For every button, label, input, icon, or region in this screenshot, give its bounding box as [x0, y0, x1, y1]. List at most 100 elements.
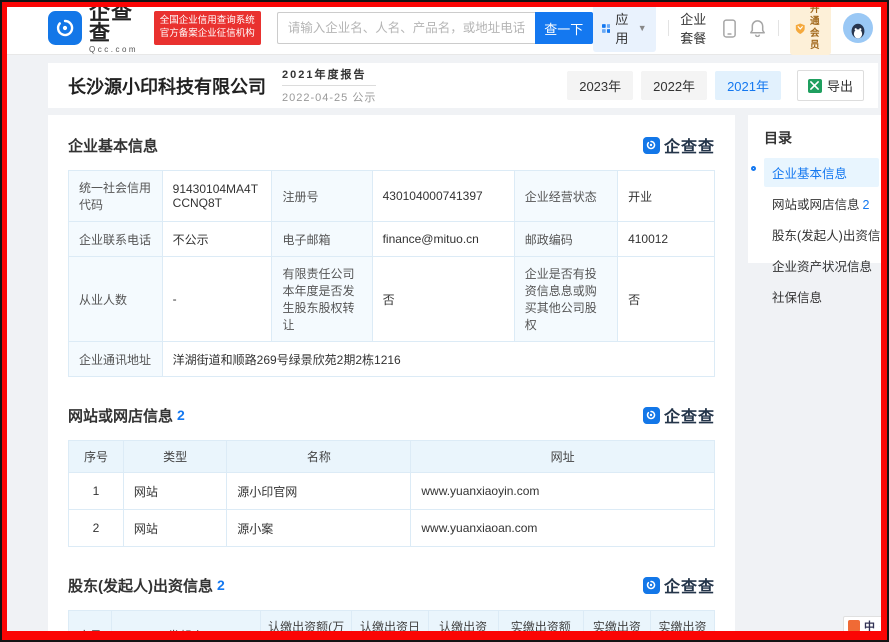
column-header: 类型 [123, 441, 226, 473]
toc-item-股东(发起人)出资信息[interactable]: 股东(发起人)出资信息2 [764, 220, 879, 249]
website-url[interactable]: www.yuanxiaoan.com [411, 510, 715, 547]
field-label: 企业通讯地址 [69, 342, 163, 377]
table-row: 从业人数-有限责任公司本年度是否发生股东股权转让否企业是否有投资信息息或购买其他… [69, 257, 715, 342]
divider [668, 20, 669, 36]
section-basic-info: 企业基本信息 企查查 统一社会信用代码91430104MA4TCCNQ8T注册号… [68, 133, 715, 377]
year-tab-2022年[interactable]: 2022年 [641, 71, 707, 100]
cell: 源小案 [227, 510, 411, 547]
chevron-down-icon: ▼ [638, 23, 647, 33]
page: 企查查 Qcc.com 全国企业信用查询系统 官方备案企业征信机构 查一下 应用… [0, 0, 889, 642]
field-label: 有限责任公司本年度是否发生股东股权转让 [272, 257, 372, 342]
report-meta: 2021年度报告 2022-04-25 公示 [282, 66, 376, 105]
basic-info-table: 统一社会信用代码91430104MA4TCCNQ8T注册号43010400074… [68, 170, 715, 377]
qcc-logo-icon [643, 407, 660, 424]
notifications-button[interactable] [749, 19, 766, 37]
divider [778, 20, 779, 36]
section-website-count: 2 [177, 407, 185, 423]
ime-logo-icon[interactable] [848, 620, 860, 632]
field-label: 从业人数 [69, 257, 163, 342]
toc-item-label: 社保信息 [772, 291, 822, 305]
search-input[interactable] [277, 12, 535, 44]
field-value: 91430104MA4TCCNQ8T [162, 171, 272, 222]
table-row: 1网站源小印官网www.yuanxiaoyin.com [69, 473, 715, 510]
field-value: - [162, 257, 272, 342]
field-label: 注册号 [272, 171, 372, 222]
section-shareholders-header: 股东(发起人)出资信息 2 企查查 [68, 573, 715, 597]
section-shareholders-count: 2 [217, 577, 225, 593]
field-label: 企业联系电话 [69, 222, 163, 257]
column-header: 实缴出资额(万元) [498, 611, 583, 642]
field-label: 统一社会信用代码 [69, 171, 163, 222]
ime-language-indicator[interactable]: 中 [864, 618, 875, 634]
field-value: 开业 [618, 171, 715, 222]
toc-item-社保信息[interactable]: 社保信息 [764, 282, 879, 311]
website-url[interactable]: www.yuanxiaoyin.com [411, 473, 715, 510]
field-label: 企业是否有投资信息息或购买其他公司股权 [514, 257, 617, 342]
year-tab-2021年[interactable]: 2021年 [715, 71, 781, 100]
field-value: 否 [618, 257, 715, 342]
section-basic-title: 企业基本信息 [68, 135, 158, 156]
header-right-nav: 应用 ▼ 企业套餐 开通 会员 [593, 1, 873, 55]
report-publish-date: 2022-04-25 公示 [282, 86, 376, 105]
search-button[interactable]: 查一下 [535, 12, 593, 44]
toc-item-企业资产状况信息[interactable]: 企业资产状况信息 [764, 251, 879, 280]
section-website-title: 网站或网店信息 [68, 405, 173, 426]
field-label: 邮政编码 [514, 222, 617, 257]
column-header: 认缴出资额(万元) [260, 611, 351, 642]
apps-label: 应用 [615, 9, 632, 47]
open-vip-button[interactable]: 开通 会员 [790, 1, 831, 55]
gov-badge-line2: 官方备案企业征信机构 [160, 28, 255, 41]
field-value: 否 [372, 257, 514, 342]
qcc-watermark: 企查查 [643, 573, 715, 597]
brand-name: 企查查 [89, 2, 146, 44]
toc-title: 目录 [764, 128, 879, 148]
vip-crown-icon [794, 20, 807, 37]
column-header: 名称 [227, 441, 411, 473]
toc-item-label: 股东(发起人)出资信息 [772, 229, 889, 243]
section-website-info: 网站或网店信息 2 企查查 序号类型名称网址 1网站源小印官网www.yuanx… [68, 403, 715, 547]
year-tabs: 2023年 2022年 2021年 导出 [567, 70, 864, 101]
year-tab-2023年[interactable]: 2023年 [567, 71, 633, 100]
column-header: 实缴出资日期 [583, 611, 650, 642]
ime-toolbar[interactable]: 中 [843, 616, 889, 636]
apps-menu-button[interactable]: 应用 ▼ [593, 4, 656, 52]
qcc-watermark: 企查查 [643, 403, 715, 427]
enterprise-package-link[interactable]: 企业套餐 [680, 9, 710, 47]
field-label: 电子邮箱 [272, 222, 372, 257]
column-header: 认缴出资日期 [352, 611, 428, 642]
qcc-logo-icon [643, 577, 660, 594]
export-button[interactable]: 导出 [797, 70, 864, 101]
column-header: 网址 [411, 441, 715, 473]
search-bar: 查一下 [277, 12, 593, 44]
toc-item-count: 2 [863, 198, 870, 212]
cell: 2 [69, 510, 124, 547]
gov-credit-badge: 全国企业信用查询系统 官方备案企业征信机构 [154, 11, 261, 45]
field-value[interactable]: 洋湖街道和顺路269号绿景欣苑2期2栋1216 [162, 342, 714, 377]
excel-icon [808, 79, 822, 93]
toc-item-企业基本信息[interactable]: 企业基本信息 [764, 158, 879, 187]
field-label: 企业经营状态 [514, 171, 617, 222]
field-value[interactable]: finance@mituo.cn [372, 222, 514, 257]
section-website-header: 网站或网店信息 2 企查查 [68, 403, 715, 427]
field-value: 430104000741397 [372, 171, 514, 222]
column-header: 认缴出资方式 [428, 611, 498, 642]
report-content: 企业基本信息 企查查 统一社会信用代码91430104MA4TCCNQ8T注册号… [48, 115, 735, 642]
brand-domain: Qcc.com [89, 46, 146, 54]
qcc-watermark: 企查查 [643, 133, 715, 157]
website-table: 序号类型名称网址 1网站源小印官网www.yuanxiaoyin.com2网站源… [68, 440, 715, 547]
toc-item-label: 企业基本信息 [772, 167, 847, 181]
qcc-logo-text[interactable]: 企查查 Qcc.com [89, 2, 146, 54]
column-header: 发起人 [111, 611, 260, 642]
export-label: 导出 [827, 76, 853, 95]
company-name: 长沙源小印科技有限公司 [68, 73, 266, 99]
toc-item-网站或网店信息[interactable]: 网站或网店信息2 [764, 189, 879, 218]
qcc-logo-icon [643, 137, 660, 154]
qcc-logo-icon[interactable] [48, 11, 82, 45]
avatar[interactable] [843, 13, 873, 43]
field-value: 不公示 [162, 222, 272, 257]
section-basic-header: 企业基本信息 企查查 [68, 133, 715, 157]
cell: 1 [69, 473, 124, 510]
bell-icon [749, 19, 766, 37]
mobile-app-button[interactable] [722, 19, 737, 38]
ime-keyboard-icon[interactable] [883, 622, 884, 631]
